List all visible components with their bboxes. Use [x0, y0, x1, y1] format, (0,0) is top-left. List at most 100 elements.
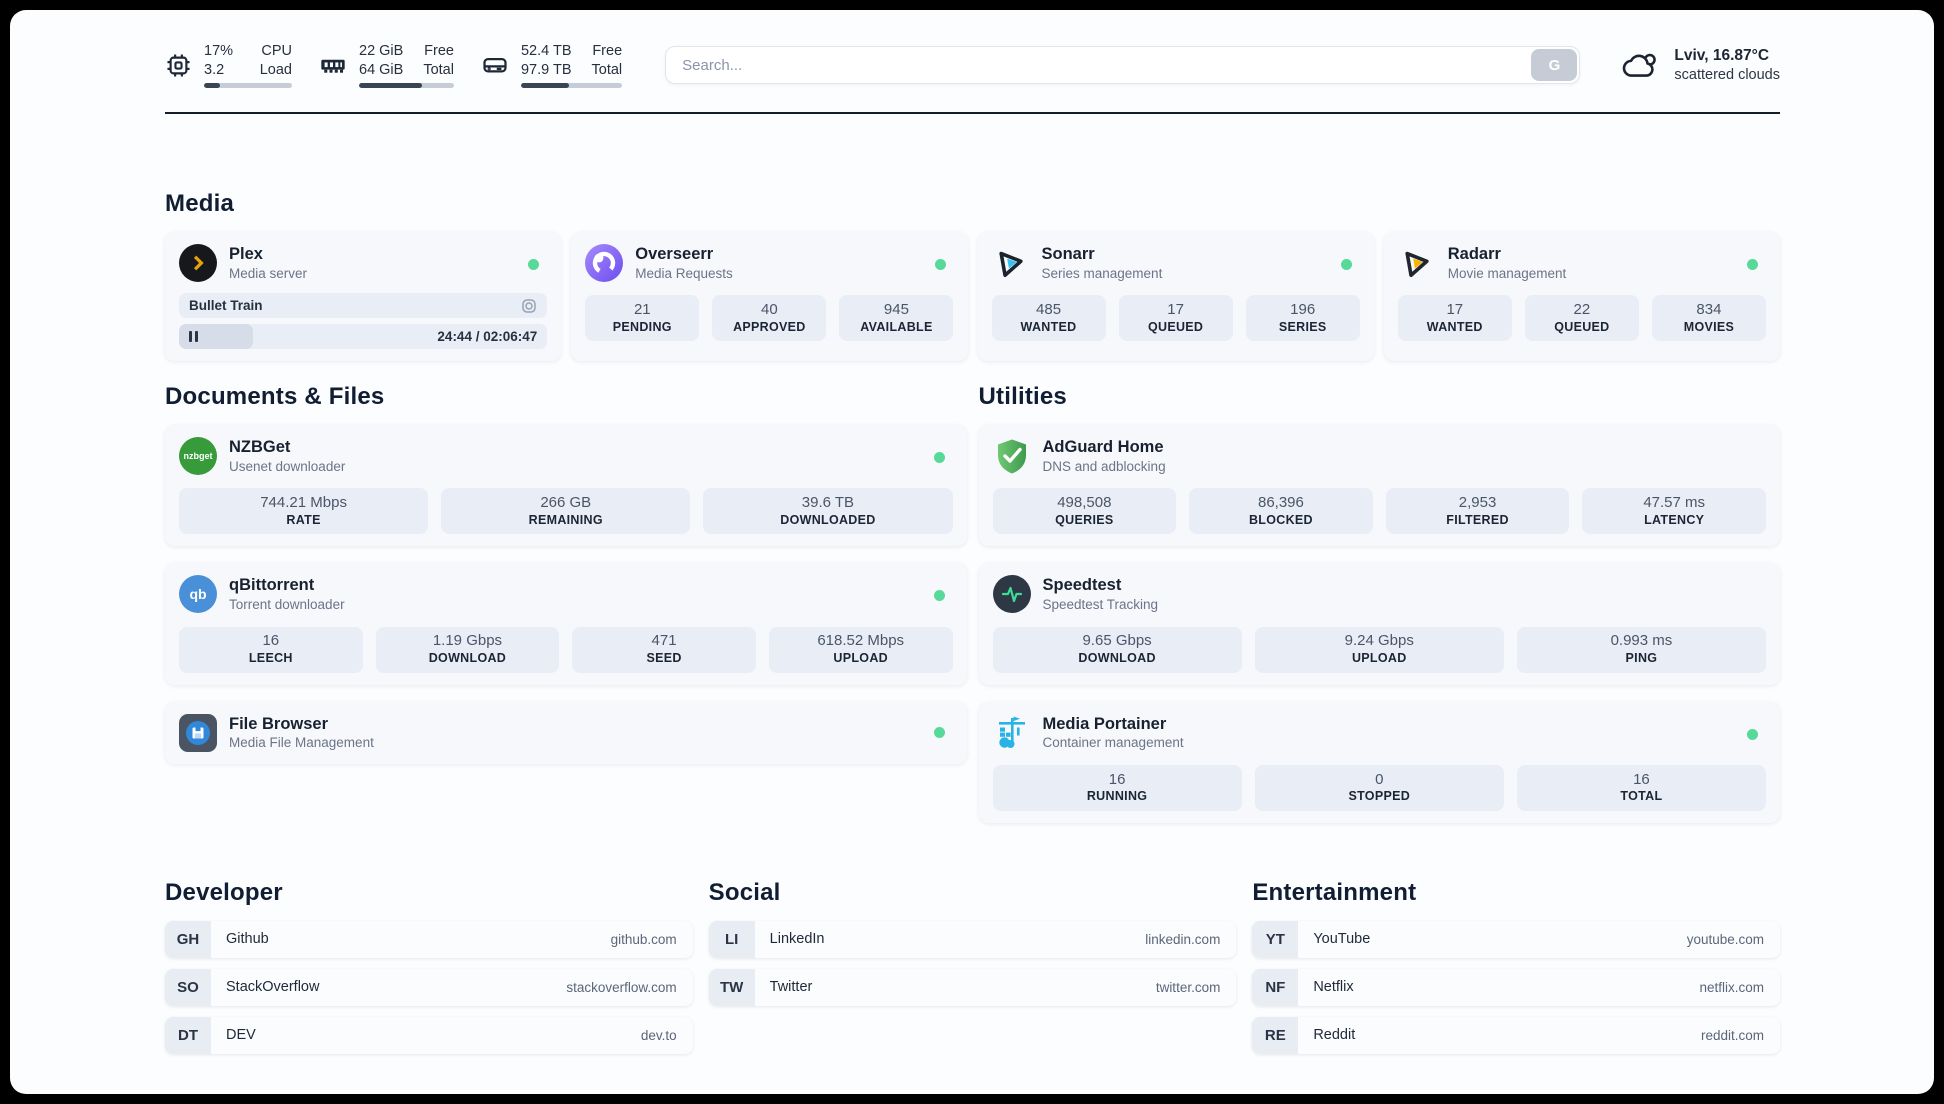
stat-box: 2,953 FILTERED [1385, 488, 1570, 535]
stat-value: 0 [1375, 770, 1384, 788]
cpu-icon [167, 53, 190, 77]
stat-box: 485 WANTED [991, 295, 1106, 342]
search-engine-button[interactable]: G [1531, 49, 1578, 81]
section-title-documents: Documents & Files [165, 383, 385, 411]
app-desc: Media File Management [229, 735, 374, 751]
bookmark-reddit[interactable]: RE Reddit reddit.com [1252, 1016, 1780, 1054]
stat-box: 744.21 Mbps RATE [179, 488, 429, 535]
stat-box: 1.19 Gbps DOWNLOAD [375, 626, 560, 673]
app-desc: Usenet downloader [229, 458, 346, 474]
app-title: NZBGet [229, 438, 291, 457]
disk-free-value: 52.4 TB [520, 42, 572, 59]
app-title: Plex [229, 245, 263, 263]
stat-box: 266 GB REMAINING [441, 488, 691, 535]
stat-value: 39.6 TB [801, 494, 855, 512]
app-card-nzbget[interactable]: nzbget NZBGet Usenet downloader 744.21 M… [165, 425, 967, 547]
status-dot-online [933, 727, 945, 739]
memory-stat-group: 22 GiB Free 64 GiB Total [319, 42, 454, 89]
stat-box: 39.6 TB DOWNLOADED [703, 488, 953, 535]
stat-value: 2,953 [1458, 494, 1497, 512]
bookmark-github[interactable]: GH Github github.com [165, 920, 693, 958]
app-title: Speedtest [1042, 576, 1122, 595]
status-dot-online [1747, 728, 1758, 740]
app-title: File Browser [229, 714, 329, 733]
app-desc: Media server [229, 265, 308, 281]
filebrowser-icon [179, 713, 217, 752]
bookmark-linkedin[interactable]: LI LinkedIn linkedin.com [708, 920, 1237, 958]
app-card-overseerr[interactable]: Overseerr Media Requests 21 PENDING 40 A… [571, 232, 968, 362]
app-title: Media Portainer [1042, 714, 1167, 733]
app-card-speedtest[interactable]: Speedtest Speedtest Tracking 9.65 Gbps D… [978, 563, 1780, 685]
app-card-sonarr[interactable]: Sonarr Series management 485 WANTED 17 Q… [977, 232, 1374, 362]
bookmark-twitter[interactable]: TW Twitter twitter.com [708, 968, 1237, 1006]
bookmark-youtube[interactable]: YT YouTube youtube.com [1252, 920, 1780, 958]
documents-column: Documents & Files nzbget NZBGet Usenet d… [165, 383, 967, 823]
disk-total-value: 97.9 TB [520, 61, 572, 78]
stat-box: 618.52 Mbps UPLOAD [768, 626, 953, 673]
stat-value: 618.52 Mbps [817, 632, 905, 650]
bookmark-abbr: TW [708, 968, 755, 1006]
app-card-filebrowser[interactable]: File Browser Media File Management [165, 701, 967, 764]
app-card-portainer[interactable]: Media Portainer Container management 16 … [978, 701, 1780, 823]
app-card-radarr[interactable]: Radarr Movie management 17 WANTED 22 QUE… [1383, 232, 1780, 362]
app-card-qbittorrent[interactable]: qb qBittorrent Torrent downloader 16 LEE… [165, 563, 967, 685]
cpu-usage-value: 17% [204, 42, 234, 59]
stat-value: 17 [1167, 301, 1184, 319]
cpu-stat-group: 17% CPU 3.2 Load [165, 42, 292, 89]
app-card-adguard[interactable]: AdGuard Home DNS and adblocking 498,508 … [978, 425, 1780, 547]
section-title-entertainment: Entertainment [1252, 878, 1417, 906]
app-desc: Speedtest Tracking [1042, 596, 1159, 612]
search-input[interactable] [666, 47, 1530, 83]
stat-label: MOVIES [1683, 319, 1735, 334]
memory-icon [321, 59, 345, 73]
stat-value: 47.57 ms [1643, 494, 1706, 512]
bookmark-abbr: LI [708, 920, 755, 958]
bookmark-dev[interactable]: DT DEV dev.to [165, 1016, 693, 1054]
cpu-progress-bar [204, 83, 292, 89]
stat-label: FILTERED [1446, 512, 1509, 527]
memory-total-label: Total [423, 61, 454, 78]
stat-box: 40 APPROVED [712, 295, 827, 342]
speedtest-icon [992, 575, 1031, 614]
now-playing-title: Bullet Train [189, 298, 263, 314]
stat-label: QUERIES [1055, 512, 1114, 527]
stat-value: 485 [1036, 301, 1062, 319]
social-column: Social LI LinkedIn linkedin.com TW Twitt… [708, 878, 1237, 1054]
top-bar: 17% CPU 3.2 Load 22 GiB Free 64 GiB Tota… [165, 40, 1780, 90]
bookmark-netflix[interactable]: NF Netflix netflix.com [1252, 968, 1780, 1006]
bookmark-stackoverflow[interactable]: SO StackOverflow stackoverflow.com [165, 968, 693, 1006]
stat-label: WANTED [1020, 319, 1077, 334]
app-desc: Container management [1042, 735, 1184, 751]
bookmark-url: netflix.com [1699, 979, 1764, 995]
dashboard-page: 17% CPU 3.2 Load 22 GiB Free 64 GiB Tota… [10, 10, 1934, 1094]
memory-total-value: 64 GiB [359, 61, 404, 78]
entertainment-column: Entertainment YT YouTube youtube.com NF … [1252, 879, 1780, 1054]
status-dot-online [933, 590, 945, 602]
stat-label: APPROVED [733, 319, 806, 334]
bookmark-url: stackoverflow.com [566, 979, 677, 995]
stat-value: 86,396 [1257, 494, 1304, 512]
stat-value: 16 [1633, 770, 1650, 788]
disk-progress-bar [520, 83, 623, 89]
bookmark-name: Reddit [1313, 1027, 1356, 1044]
app-title: Radarr [1447, 245, 1501, 263]
stat-label: QUEUED [1147, 319, 1204, 334]
bookmark-url: dev.to [640, 1027, 677, 1043]
cpu-load-label: Load [259, 61, 292, 78]
section-title-social: Social [708, 878, 781, 906]
header-divider [165, 112, 1780, 114]
stat-value: 1.19 Gbps [432, 632, 503, 650]
app-desc: Series management [1041, 265, 1163, 281]
stat-box: 16 RUNNING [992, 764, 1242, 811]
stat-value: 22 [1573, 301, 1591, 319]
stat-label: DOWNLOAD [428, 650, 507, 665]
stat-box: 9.24 Gbps UPLOAD [1254, 626, 1504, 673]
bookmark-abbr: SO [165, 968, 211, 1006]
radarr-icon [1398, 244, 1436, 282]
stat-label: DOWNLOAD [1078, 650, 1156, 665]
app-card-plex[interactable]: Plex Media server Bullet Train 24:44 / 0… [165, 232, 562, 362]
cloud-icon [1623, 53, 1657, 77]
status-dot-online [933, 452, 945, 464]
session-icon [522, 298, 536, 313]
disk-free-label: Free [592, 42, 623, 59]
